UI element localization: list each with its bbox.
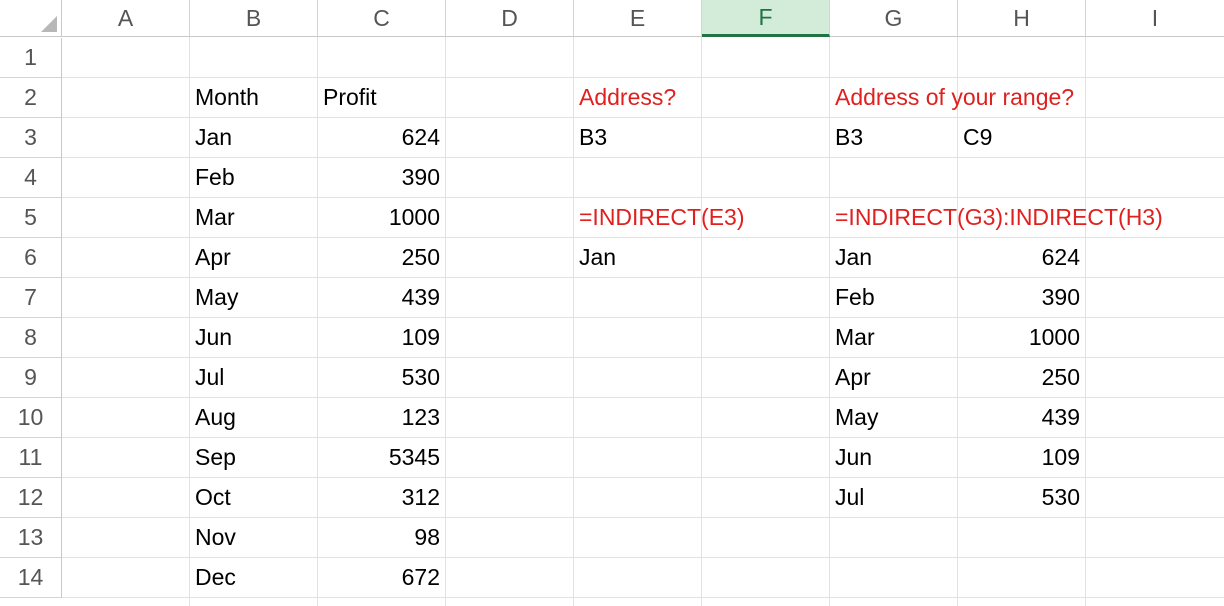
cell-g8[interactable]: Mar [830, 318, 957, 357]
gridline [701, 37, 702, 606]
cell-g3[interactable]: B3 [830, 118, 957, 157]
column-header-i[interactable]: I [1086, 0, 1224, 37]
cell-c5[interactable]: 1000 [318, 198, 445, 237]
gridline [62, 597, 1224, 598]
cell-c3[interactable]: 624 [318, 118, 445, 157]
column-header-c[interactable]: C [318, 0, 446, 37]
row-header-2[interactable]: 2 [0, 78, 62, 118]
cell-b10[interactable]: Aug [190, 398, 317, 437]
cell-e3[interactable]: B3 [574, 118, 701, 157]
cell-b2[interactable]: Month [190, 78, 317, 117]
row-header-7[interactable]: 7 [0, 278, 62, 318]
cell-b13[interactable]: Nov [190, 518, 317, 557]
column-header-e[interactable]: E [574, 0, 702, 37]
column-header-b[interactable]: B [190, 0, 318, 37]
cell-c6[interactable]: 250 [318, 238, 445, 277]
spreadsheet-grid[interactable]: A B C D E F G H I 1 2 3 4 5 6 7 8 9 10 1… [0, 0, 1224, 606]
cell-b11[interactable]: Sep [190, 438, 317, 477]
cell-g9[interactable]: Apr [830, 358, 957, 397]
column-header-a[interactable]: A [62, 0, 190, 37]
row-header-13[interactable]: 13 [0, 518, 62, 558]
cell-c11[interactable]: 5345 [318, 438, 445, 477]
cell-h11[interactable]: 109 [958, 438, 1085, 477]
cell-h12[interactable]: 530 [958, 478, 1085, 517]
cell-e5[interactable]: =INDIRECT(E3) [574, 198, 760, 237]
cell-h10[interactable]: 439 [958, 398, 1085, 437]
row-header-1[interactable]: 1 [0, 38, 62, 78]
cell-b6[interactable]: Apr [190, 238, 317, 277]
cell-c14[interactable]: 672 [318, 558, 445, 597]
gridline [1085, 37, 1086, 606]
cell-g2[interactable]: Address of your range? [830, 78, 1130, 117]
row-header-10[interactable]: 10 [0, 398, 62, 438]
cell-b12[interactable]: Oct [190, 478, 317, 517]
cell-g10[interactable]: May [830, 398, 957, 437]
row-header-8[interactable]: 8 [0, 318, 62, 358]
row-header-12[interactable]: 12 [0, 478, 62, 518]
select-all-triangle-icon [41, 16, 57, 32]
column-header-d[interactable]: D [446, 0, 574, 37]
row-header-6[interactable]: 6 [0, 238, 62, 278]
select-all-corner[interactable] [0, 0, 62, 37]
cell-b8[interactable]: Jun [190, 318, 317, 357]
cell-g5[interactable]: =INDIRECT(G3):INDIRECT(H3) [830, 198, 1200, 237]
cell-h6[interactable]: 624 [958, 238, 1085, 277]
cell-b3[interactable]: Jan [190, 118, 317, 157]
cell-c13[interactable]: 98 [318, 518, 445, 557]
cell-b4[interactable]: Feb [190, 158, 317, 197]
row-header-14[interactable]: 14 [0, 558, 62, 598]
cell-h3[interactable]: C9 [958, 118, 1085, 157]
cell-b7[interactable]: May [190, 278, 317, 317]
row-header-5[interactable]: 5 [0, 198, 62, 238]
cell-g7[interactable]: Feb [830, 278, 957, 317]
cell-g6[interactable]: Jan [830, 238, 957, 277]
column-header-f[interactable]: F [702, 0, 830, 37]
cell-c8[interactable]: 109 [318, 318, 445, 357]
cell-c7[interactable]: 439 [318, 278, 445, 317]
cell-c2[interactable]: Profit [318, 78, 445, 117]
cell-e2[interactable]: Address? [574, 78, 701, 117]
cell-b9[interactable]: Jul [190, 358, 317, 397]
cell-h8[interactable]: 1000 [958, 318, 1085, 357]
cell-h7[interactable]: 390 [958, 278, 1085, 317]
gridline [445, 37, 446, 606]
row-header-9[interactable]: 9 [0, 358, 62, 398]
cell-c10[interactable]: 123 [318, 398, 445, 437]
row-header-4[interactable]: 4 [0, 158, 62, 198]
cell-b14[interactable]: Dec [190, 558, 317, 597]
row-header-11[interactable]: 11 [0, 438, 62, 478]
cell-e6[interactable]: Jan [574, 238, 701, 277]
row-header-3[interactable]: 3 [0, 118, 62, 158]
cell-c12[interactable]: 312 [318, 478, 445, 517]
cell-h9[interactable]: 250 [958, 358, 1085, 397]
cell-c4[interactable]: 390 [318, 158, 445, 197]
column-header-h[interactable]: H [958, 0, 1086, 37]
cell-g12[interactable]: Jul [830, 478, 957, 517]
cell-b5[interactable]: Mar [190, 198, 317, 237]
cell-g11[interactable]: Jun [830, 438, 957, 477]
cell-c9[interactable]: 530 [318, 358, 445, 397]
column-header-g[interactable]: G [830, 0, 958, 37]
